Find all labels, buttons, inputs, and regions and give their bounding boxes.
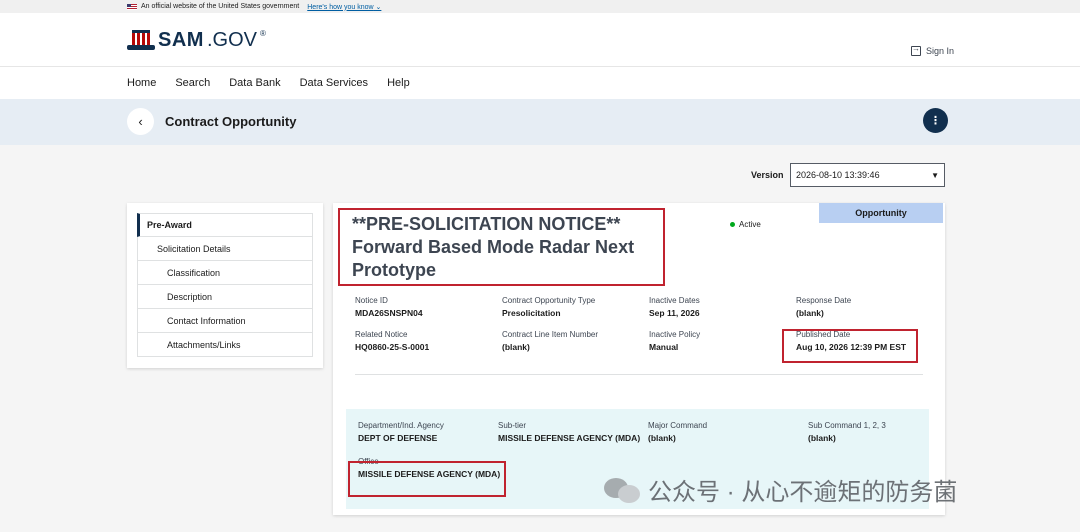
field-sub-command: Sub Command 1, 2, 3 (blank) bbox=[808, 421, 886, 443]
section-divider bbox=[355, 374, 923, 375]
field-department: Department/Ind. Agency DEPT OF DEFENSE bbox=[358, 421, 444, 443]
field-response-date: Response Date (blank) bbox=[796, 296, 852, 318]
site-header: SAM.GOV® Sign In Home Search Data Bank D… bbox=[0, 13, 1080, 99]
logo-sam-text: SAM bbox=[158, 29, 204, 51]
caret-down-icon: ▼ bbox=[931, 171, 939, 180]
field-inactive-policy: Inactive Policy Manual bbox=[649, 330, 701, 352]
back-button[interactable]: ‹ bbox=[127, 108, 154, 135]
version-label: Version bbox=[751, 170, 784, 180]
wechat-watermark: 公众号 · 从心不逾矩的防务菌 bbox=[604, 472, 957, 507]
kebab-menu-icon: ⋮ bbox=[930, 115, 941, 127]
watermark-text: 公众号 · 从心不逾矩的防务菌 bbox=[648, 479, 958, 506]
more-actions-button[interactable]: ⋮ bbox=[923, 108, 948, 133]
notice-card: Opportunity Active **PRE-SOLICITATION NO… bbox=[333, 203, 945, 515]
gov-banner: An official website of the United States… bbox=[0, 0, 1080, 13]
status-label: Active bbox=[739, 220, 761, 229]
nav-data-bank[interactable]: Data Bank bbox=[229, 77, 280, 89]
nav-help[interactable]: Help bbox=[387, 77, 410, 89]
sign-in-link[interactable]: Sign In bbox=[910, 44, 954, 56]
nav-home[interactable]: Home bbox=[127, 77, 156, 89]
logo-gov-text: .GOV bbox=[206, 29, 257, 51]
logo-registered-mark: ® bbox=[259, 29, 266, 38]
field-related-notice: Related Notice HQ0860-25-S-0001 bbox=[355, 330, 430, 352]
sidenav-item-description[interactable]: Description bbox=[137, 285, 313, 309]
main-nav: Home Search Data Bank Data Services Help bbox=[0, 66, 1080, 99]
sam-gov-logo[interactable]: SAM .GOV ® bbox=[127, 29, 266, 52]
us-flag-icon bbox=[127, 3, 137, 10]
side-navigation: Pre-Award Solicitation Details Classific… bbox=[127, 203, 323, 368]
field-inactive-dates: Inactive Dates Sep 11, 2026 bbox=[649, 296, 700, 318]
gov-banner-text: An official website of the United States… bbox=[141, 3, 300, 10]
field-major-command: Major Command (blank) bbox=[648, 421, 708, 443]
sidenav-item-contact-information[interactable]: Contact Information bbox=[137, 309, 313, 333]
sidenav-item-classification[interactable]: Classification bbox=[137, 261, 313, 285]
sidenav-item-solicitation-details[interactable]: Solicitation Details bbox=[137, 237, 313, 261]
active-status-dot-icon bbox=[730, 222, 735, 227]
page-title-bar: ‹ Contract Opportunity ⋮ bbox=[0, 99, 1080, 145]
version-select[interactable]: 2026-08-10 13:39:46 ▼ bbox=[790, 163, 945, 187]
sign-in-icon bbox=[910, 44, 921, 56]
notice-title: **PRE-SOLICITATION NOTICE** Forward Base… bbox=[352, 214, 635, 280]
status-badge: Active bbox=[730, 220, 761, 229]
office-highlight bbox=[348, 461, 506, 497]
version-value: 2026-08-10 13:39:46 bbox=[796, 170, 880, 180]
sidenav-item-pre-award[interactable]: Pre-Award bbox=[137, 213, 313, 237]
field-notice-id: Notice ID MDA26SNSPN04 bbox=[355, 296, 423, 318]
published-date-highlight bbox=[782, 329, 918, 363]
page-title: Contract Opportunity bbox=[165, 114, 297, 129]
field-contract-line-item-number: Contract Line Item Number (blank) bbox=[502, 330, 599, 352]
heres-how-you-know-link[interactable]: Here's how you know ⌄ bbox=[307, 3, 381, 11]
wechat-icon bbox=[604, 476, 640, 504]
notice-title-highlight: **PRE-SOLICITATION NOTICE** Forward Base… bbox=[338, 208, 665, 286]
field-sub-tier: Sub-tier MISSILE DEFENSE AGENCY (MDA) bbox=[498, 421, 641, 443]
field-opportunity-type: Contract Opportunity Type Presolicitation bbox=[502, 296, 596, 318]
opportunity-tab[interactable]: Opportunity bbox=[819, 203, 943, 223]
chevron-down-icon: ⌄ bbox=[375, 3, 382, 11]
sign-in-label: Sign In bbox=[925, 46, 954, 56]
sidenav-item-attachments-links[interactable]: Attachments/Links bbox=[137, 333, 313, 357]
uncle-sam-hat-icon bbox=[127, 30, 155, 52]
nav-search[interactable]: Search bbox=[175, 77, 210, 89]
chevron-left-icon: ‹ bbox=[138, 114, 143, 129]
nav-data-services[interactable]: Data Services bbox=[300, 77, 368, 89]
